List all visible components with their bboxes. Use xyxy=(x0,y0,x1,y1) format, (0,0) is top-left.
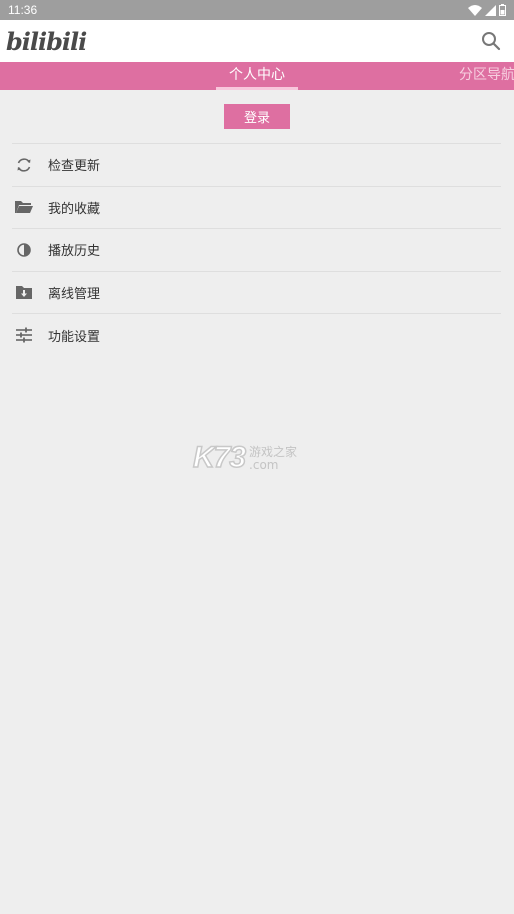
status-bar: 11:36 xyxy=(0,0,514,20)
download-folder-icon xyxy=(12,280,36,304)
menu-item-settings[interactable]: 功能设置 xyxy=(12,314,501,357)
menu-item-history[interactable]: 播放历史 xyxy=(12,229,501,272)
settings-menu: 检查更新 我的收藏 播放历史 离线管理 功能设置 xyxy=(12,143,501,357)
tab-personal-center[interactable]: 个人中心 xyxy=(216,62,298,90)
app-bar: bilibili xyxy=(0,20,514,62)
search-button[interactable] xyxy=(476,26,506,56)
menu-item-favorites[interactable]: 我的收藏 xyxy=(12,187,501,229)
watermark-domain-text: .com xyxy=(249,457,279,472)
search-icon xyxy=(482,32,501,51)
watermark-logo: K73 游戏之家 .com xyxy=(192,440,323,476)
folder-icon xyxy=(12,195,36,219)
settings-sliders-icon xyxy=(12,323,36,347)
refresh-icon xyxy=(12,153,36,177)
watermark-cn-text: 游戏之家 xyxy=(249,444,298,459)
login-button[interactable]: 登录 xyxy=(224,104,290,129)
menu-item-label: 检查更新 xyxy=(48,159,101,175)
bilibili-logo: bilibili xyxy=(6,26,87,56)
history-icon xyxy=(12,238,36,262)
status-time: 11:36 xyxy=(8,3,38,17)
menu-item-label: 播放历史 xyxy=(48,244,101,260)
status-icons xyxy=(468,4,506,16)
menu-item-offline[interactable]: 离线管理 xyxy=(12,272,501,314)
menu-item-label: 功能设置 xyxy=(48,329,101,345)
menu-item-label: 我的收藏 xyxy=(48,201,101,217)
signal-icon xyxy=(485,4,496,16)
tab-bar: 个人中心 分区导航 xyxy=(0,62,514,90)
menu-item-label: 离线管理 xyxy=(48,286,101,302)
watermark-side: 游戏之家 .com xyxy=(249,446,297,471)
tab-category-nav[interactable]: 分区导航 xyxy=(459,62,514,90)
battery-icon xyxy=(499,4,506,16)
watermark-main-text: K73 xyxy=(192,440,247,475)
menu-item-check-update[interactable]: 检查更新 xyxy=(12,144,501,187)
wifi-icon xyxy=(468,4,482,16)
